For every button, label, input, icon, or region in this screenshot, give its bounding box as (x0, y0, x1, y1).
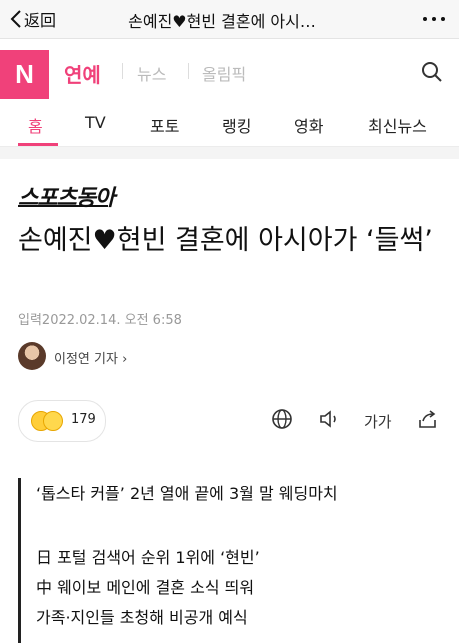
section-title[interactable]: 연예 (64, 59, 101, 88)
tab-latest[interactable]: 최신뉴스 (368, 113, 427, 137)
tab-ranking[interactable]: 랭킹 (222, 113, 251, 137)
nav-link-olympics[interactable]: 올림픽 (202, 61, 246, 85)
site-header: N 연예 뉴스 올림픽 (0, 39, 459, 99)
tab-photo[interactable]: 포토 (150, 113, 179, 137)
divider (122, 63, 123, 79)
summary-line: 日 포털 검색어 순위 1위에 ‘현빈’ (36, 548, 260, 567)
nav-link-news[interactable]: 뉴스 (137, 61, 166, 85)
publisher-logo[interactable]: 스포츠동아 (18, 180, 115, 212)
share-icon[interactable] (417, 408, 439, 430)
search-icon[interactable] (421, 61, 443, 83)
section-gap (0, 147, 459, 159)
summary-line: ‘톱스타 커플’ 2년 열애 끝에 3월 말 웨딩마치 (36, 484, 338, 503)
category-tabs: 홈 TV 포토 랭킹 영화 최신뉴스 (0, 99, 459, 147)
more-options-icon[interactable] (423, 17, 445, 21)
audio-icon[interactable] (318, 408, 342, 430)
divider (188, 63, 189, 79)
globe-icon[interactable] (271, 408, 293, 430)
back-label: 返回 (24, 11, 57, 30)
summary-line: 中 웨이보 메인에 결혼 소식 띄워 (36, 578, 255, 597)
window-topbar: 返回 손예진♥현빈 결혼에 아시… (0, 0, 459, 39)
tab-home[interactable]: 홈 (28, 113, 43, 137)
font-size-button[interactable]: 가가 (364, 411, 392, 432)
summary-line: 가족·지인들 초청해 비공개 예식 (36, 608, 248, 627)
summary-bar (18, 478, 21, 643)
chevron-left-icon (10, 10, 21, 28)
window-title: 손예진♥현빈 결혼에 아시… (128, 12, 316, 31)
article-headline: 손예진♥현빈 결혼에 아시아가 ‘들썩’ (18, 225, 433, 256)
publisher-logo-underline (18, 205, 108, 207)
reaction-count: 179 (71, 412, 96, 427)
naver-logo[interactable]: N (0, 50, 49, 99)
article-dateline: 입력2022.02.14. 오전 6:58 (18, 313, 182, 328)
tab-movie[interactable]: 영화 (294, 113, 323, 137)
reaction-button[interactable]: 179 (18, 400, 106, 442)
cheer-emoji-icon (43, 411, 63, 431)
active-tab-indicator (18, 143, 58, 146)
back-button[interactable]: 返回 (10, 7, 56, 31)
reporter-name[interactable]: 이정연 기자 › (54, 348, 127, 367)
reporter-avatar[interactable] (18, 342, 46, 370)
tab-tv[interactable]: TV (85, 113, 106, 132)
